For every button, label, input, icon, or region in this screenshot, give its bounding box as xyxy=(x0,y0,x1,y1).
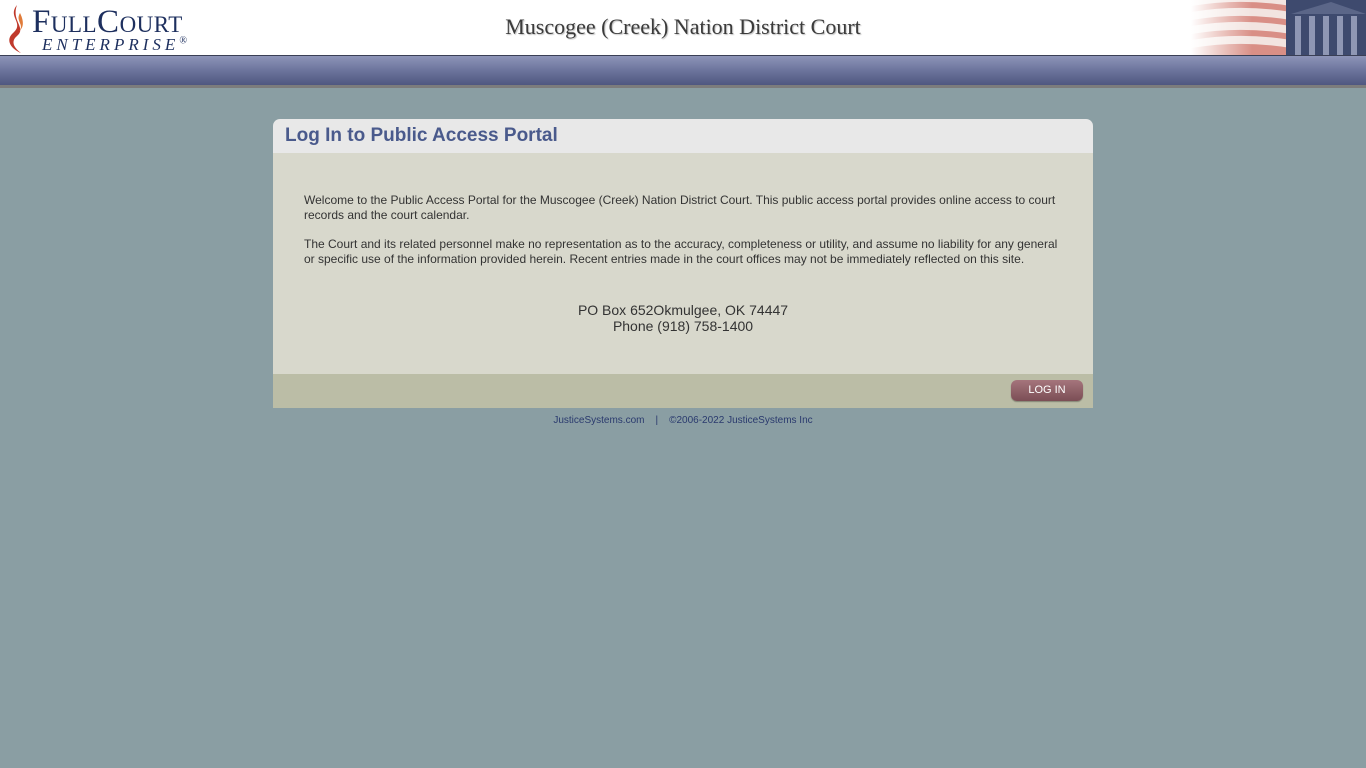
nav-bar xyxy=(0,56,1366,88)
login-button[interactable]: LOG IN xyxy=(1011,380,1083,401)
footer-separator: | xyxy=(655,415,659,426)
page-footer: JusticeSystems.com | ©2006-2022 JusticeSys… xyxy=(273,415,1093,426)
page-title: Log In to Public Access Portal xyxy=(285,125,558,146)
panel-footer: LOG IN xyxy=(273,374,1093,408)
panel-body: Welcome to the Public Access Portal for … xyxy=(273,153,1093,374)
copyright-text: ©2006-2022 JusticeSystems Inc xyxy=(669,415,813,426)
justicesystems-link[interactable]: JusticeSystems.com xyxy=(553,415,644,426)
court-name: Muscogee (Creek) Nation District Court xyxy=(505,14,861,39)
welcome-text: Welcome to the Public Access Portal for … xyxy=(304,193,1056,222)
flag-courthouse-art xyxy=(1191,0,1366,55)
disclaimer-text: The Court and its related personnel make… xyxy=(304,237,1058,266)
login-panel: Log In to Public Access Portal Welcome t… xyxy=(273,119,1093,408)
header: FullCourt ENTERPRISE® Muscogee (Creek) N… xyxy=(0,0,1366,56)
court-phone: Phone (918) 758-1400 xyxy=(612,318,754,334)
panel-header: Log In to Public Access Portal xyxy=(273,119,1093,153)
court-address: PO Box 652Okmulgee, OK 74447 xyxy=(577,302,789,318)
